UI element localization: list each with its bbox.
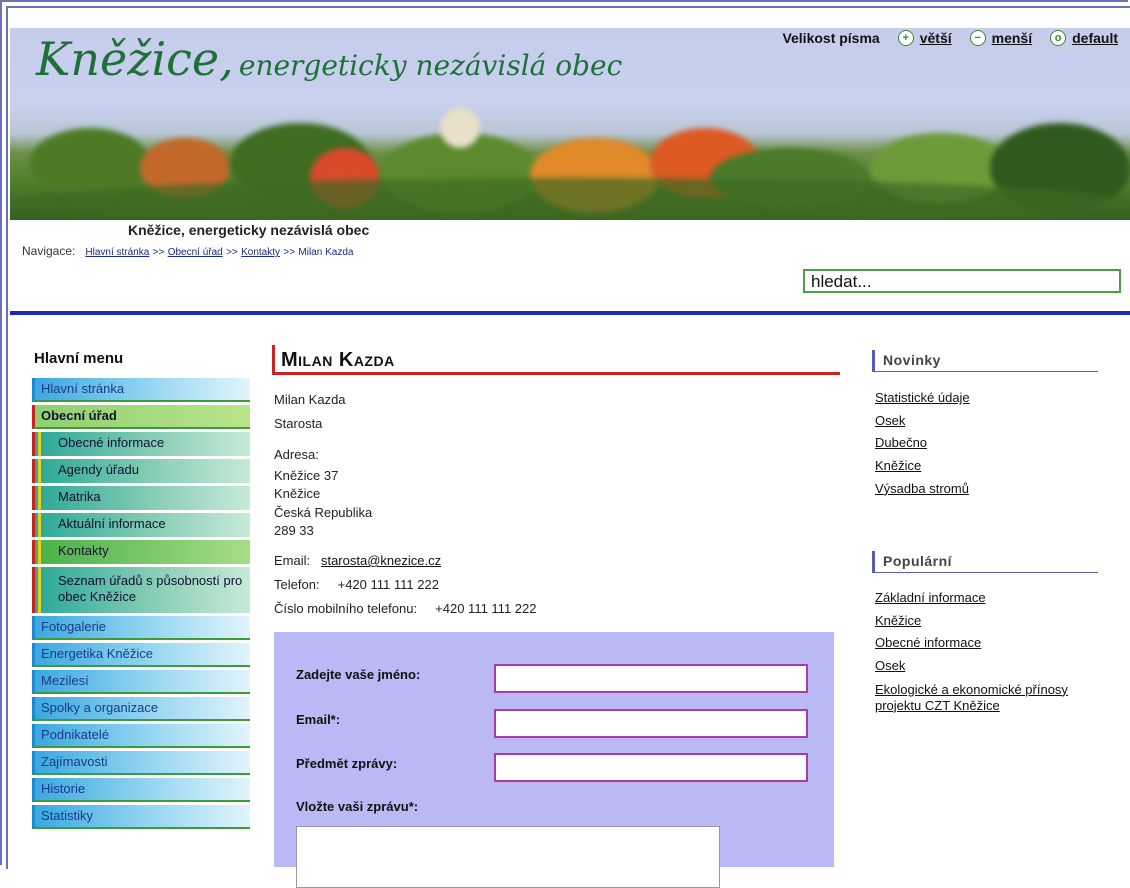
mobile-value: +420 111 111 222	[435, 601, 537, 616]
popular-link[interactable]: Osek	[875, 655, 1075, 678]
news-links: Statistické údaje Osek Dubečno Kněžice V…	[875, 387, 970, 501]
menu-item-businesses[interactable]: Podnikatelé	[32, 724, 250, 748]
site-title-main: Kněžice,	[36, 32, 234, 86]
breadcrumb-label: Navigace:	[22, 244, 76, 258]
address-label: Adresa:	[274, 447, 319, 462]
site-title-tagline: energeticky nezávislá obec	[238, 49, 623, 82]
menu-subitem-agendas[interactable]: Agendy úřadu	[32, 459, 250, 483]
popular-title: Populární	[883, 553, 953, 569]
breadcrumb-contacts[interactable]: Kontakty	[241, 247, 280, 258]
news-link[interactable]: Osek	[875, 410, 970, 433]
menu-item-mezilesi[interactable]: Mezilesí	[32, 670, 250, 694]
menu-subitem-current-info[interactable]: Aktuální informace	[32, 513, 250, 537]
popular-box-title: Populární	[872, 551, 1098, 573]
news-link[interactable]: Statistické údaje	[875, 387, 970, 410]
breadcrumb-home[interactable]: Hlavní stránka	[85, 247, 149, 258]
news-link[interactable]: Výsadba stromů	[875, 478, 970, 501]
popular-links: Základní informace Kněžice Obecné inform…	[875, 587, 1075, 714]
news-box-title: Novinky	[872, 350, 1098, 372]
contact-role: Starosta	[274, 416, 323, 431]
menu-item-home[interactable]: Hlavní stránka	[32, 378, 250, 402]
menu-subitem-offices-list[interactable]: Seznam úřadů s působností pro obec Kněži…	[32, 567, 250, 613]
page-title: Milan Kazda	[281, 349, 395, 371]
main-menu-title: Hlavní menu	[34, 350, 124, 367]
message-field-label: Vložte vaši zprávu*:	[296, 799, 419, 814]
menu-item-gallery[interactable]: Fotogalerie	[32, 616, 250, 640]
popular-link[interactable]: Obecné informace	[875, 632, 1075, 655]
font-smaller-link[interactable]: menší	[992, 30, 1032, 46]
subject-field[interactable]	[494, 753, 808, 782]
breadcrumb-separator: >>	[283, 247, 296, 258]
email-field-label: Email*:	[296, 712, 341, 727]
plus-icon[interactable]: +	[897, 30, 914, 46]
site-title: Kněžice, energeticky nezávislá obec	[36, 32, 622, 86]
popular-link[interactable]: Kněžice	[875, 610, 1075, 633]
breadcrumb-separator: >>	[152, 247, 165, 258]
menu-subitem-contacts[interactable]: Kontakty	[32, 540, 250, 564]
name-field[interactable]	[494, 664, 808, 693]
message-textarea[interactable]	[296, 826, 720, 888]
breadcrumb-office[interactable]: Obecní úřad	[168, 247, 223, 258]
mobile-label: Číslo mobilního telefonu:	[274, 601, 418, 616]
news-title: Novinky	[883, 352, 941, 368]
breadcrumb: Navigace: Hlavní stránka >> Obecní úřad …	[22, 244, 353, 258]
menu-item-clubs[interactable]: Spolky a organizace	[32, 697, 250, 721]
font-size-label: Velikost písma	[782, 30, 880, 46]
phone-value: +420 111 111 222	[337, 577, 439, 592]
email-label: Email:	[274, 553, 311, 568]
menu-item-history[interactable]: Historie	[32, 778, 250, 802]
email-field[interactable]	[494, 709, 808, 738]
menu-item-attractions[interactable]: Zajímavosti	[32, 751, 250, 775]
site-subtitle: Kněžice, energeticky nezávislá obec	[128, 222, 370, 238]
font-default-link[interactable]: default	[1072, 30, 1118, 46]
address-line: Kněžice	[274, 486, 321, 501]
email-link[interactable]: starosta@knezice.cz	[321, 553, 441, 568]
search-input[interactable]: hledat...	[803, 269, 1121, 293]
menu-item-statistics[interactable]: Statistiky	[32, 805, 250, 829]
menu-subitem-registry[interactable]: Matrika	[32, 486, 250, 510]
breadcrumb-separator: >>	[226, 247, 238, 258]
breadcrumb-current: Milan Kazda	[298, 247, 354, 258]
mobile-row: Číslo mobilního telefonu: +420 111 111 2…	[274, 601, 536, 616]
menu-item-energy[interactable]: Energetika Kněžice	[32, 643, 250, 667]
news-link[interactable]: Dubečno	[875, 432, 970, 455]
header-divider	[10, 311, 1130, 315]
contact-form: Zadejte vaše jméno: Email*: Předmět zprá…	[274, 632, 834, 888]
phone-label: Telefon:	[274, 577, 320, 592]
font-bigger-link[interactable]: větší	[920, 30, 952, 46]
popular-link[interactable]: Základní informace	[875, 587, 1075, 610]
news-link[interactable]: Kněžice	[875, 455, 970, 478]
email-row: Email: starosta@knezice.cz	[274, 553, 441, 568]
page-title-box: Milan Kazda	[272, 345, 840, 375]
contact-name: Milan Kazda	[274, 392, 346, 407]
reset-icon[interactable]: o	[1050, 30, 1067, 46]
address-line: Kněžice 37	[274, 468, 339, 483]
phone-row: Telefon: +420 111 111 222	[274, 577, 439, 592]
font-size-controls: Velikost písma + větší − menší o default	[782, 30, 1118, 46]
address-line: 289 33	[274, 523, 314, 538]
name-field-label: Zadejte vaše jméno:	[296, 667, 421, 682]
menu-subitem-general-info[interactable]: Obecné informace	[32, 432, 250, 456]
menu-item-office[interactable]: Obecní úřad	[32, 405, 250, 429]
minus-icon[interactable]: −	[969, 30, 986, 46]
subject-field-label: Předmět zprávy:	[296, 756, 398, 771]
popular-link[interactable]: Ekologické a ekonomické přínosy projektu…	[875, 678, 1075, 714]
main-menu: Hlavní stránka Obecní úřad Obecné inform…	[32, 378, 250, 832]
address-line: Česká Republika	[274, 505, 373, 520]
